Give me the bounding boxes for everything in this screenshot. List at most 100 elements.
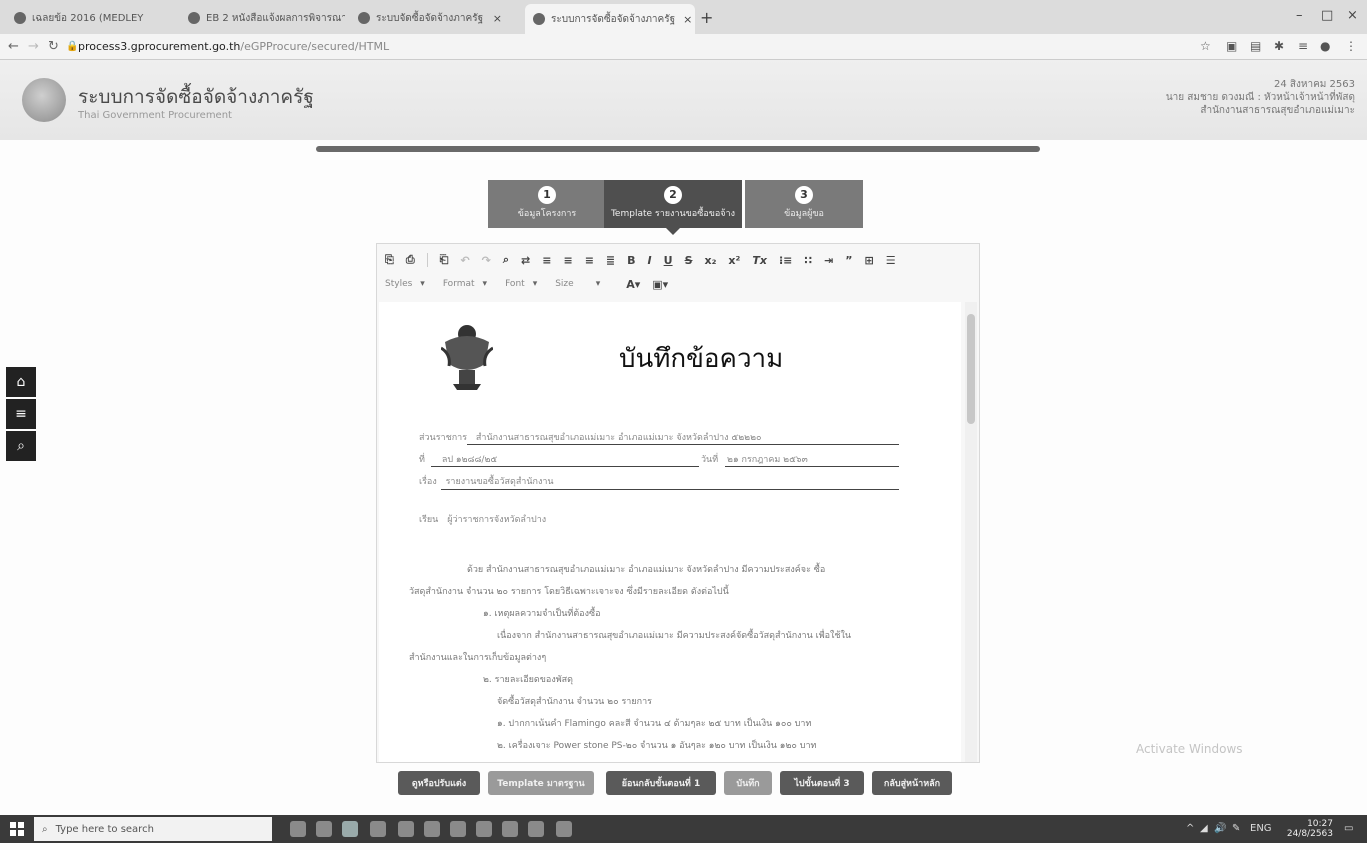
site-header: ระบบการจัดซื้อจัดจ้างภาครัฐ Thai Governm… — [0, 60, 1367, 140]
align-left-icon[interactable]: ≡ — [542, 254, 551, 267]
chevron-down-icon: ▾ — [532, 279, 538, 289]
source-icon[interactable]: ⎘ — [385, 253, 394, 267]
align-right-icon[interactable]: ≡ — [585, 254, 594, 267]
store-icon[interactable] — [370, 821, 386, 837]
background-color-icon[interactable]: ▣▾ — [652, 278, 668, 291]
body-line: สำนักงานและในการเก็บข้อมูลต่างๆ — [409, 653, 547, 663]
redo-icon[interactable]: ↷ — [482, 254, 491, 267]
replace-icon[interactable]: ⇄ — [521, 254, 530, 267]
browser-tab[interactable]: เฉลยข้อ 2016 (MEDLEY 2016) × — [6, 6, 146, 30]
app-icon[interactable] — [556, 821, 572, 837]
styles-combo[interactable]: Styles ▾ — [385, 279, 425, 289]
chevron-down-icon: ▾ — [595, 279, 601, 289]
maximize-icon[interactable]: □ — [1321, 8, 1333, 23]
taskbar-search-input[interactable]: ⌕ Type here to search — [34, 817, 272, 841]
close-tab-icon[interactable]: × — [675, 13, 692, 26]
bookmark-star-icon[interactable]: ☆ — [1200, 39, 1211, 53]
menu-icon[interactable]: ≡ — [6, 399, 36, 429]
site-title[interactable]: ระบบการจัดซื้อจัดจ้างภาครัฐ — [78, 82, 314, 112]
extensions-puzzle-icon[interactable]: ✱ — [1274, 39, 1284, 53]
ref-value: ลป ๑๒๘๘/๒๕ — [441, 455, 498, 465]
underline-icon[interactable]: U — [664, 254, 673, 267]
next-to-step-3-button[interactable]: ไปขั้นตอนที่ 3 — [780, 771, 864, 795]
wizard-step-3[interactable]: 3 ข้อมูลผู้ขอ — [745, 180, 863, 228]
print-icon[interactable]: ⎙ — [406, 253, 415, 267]
editor-scrollbar[interactable] — [965, 302, 977, 762]
strikethrough-icon[interactable]: S — [685, 254, 693, 267]
file-explorer-icon[interactable] — [316, 821, 332, 837]
save-button[interactable]: บันทึก — [724, 771, 772, 795]
paste-icon[interactable]: ⎗ — [440, 253, 449, 267]
windows-taskbar: ⌕ Type here to search ^ ◢ 🔊 ✎ ENG 10:27 … — [0, 815, 1367, 843]
document-page[interactable]: บันทึกข้อความ ส่วนราชการ สำนักงานสาธารณส… — [379, 302, 961, 762]
notifications-icon[interactable]: ▭ — [1344, 823, 1353, 834]
preview-button[interactable]: ดูหรือปรับแต่ง — [398, 771, 480, 795]
bold-icon[interactable]: B — [627, 254, 635, 267]
superscript-icon[interactable]: x² — [728, 254, 740, 267]
app-icon[interactable] — [450, 821, 466, 837]
font-combo[interactable]: Font ▾ — [505, 279, 537, 289]
forward-icon[interactable]: → — [28, 39, 39, 54]
volume-icon[interactable]: 🔊 — [1214, 823, 1226, 834]
indent-icon[interactable]: ⇥ — [824, 254, 833, 267]
align-center-icon[interactable]: ≡ — [563, 254, 572, 267]
bulleted-list-icon[interactable]: ∷ — [804, 254, 812, 267]
back-to-home-button[interactable]: กลับสู่หน้าหลัก — [872, 771, 952, 795]
network-icon[interactable]: ◢ — [1200, 823, 1208, 834]
search-icon[interactable]: ⌕ — [6, 431, 36, 461]
reload-icon[interactable]: ↻ — [48, 39, 59, 54]
menu-kebab-icon[interactable]: ⋮ — [1345, 39, 1357, 53]
undo-icon[interactable]: ↶ — [460, 254, 469, 267]
browser-tab[interactable]: EB 2 หนังสือแจ้งผลการพิจารณา × — [180, 6, 345, 30]
new-tab-icon[interactable]: + — [700, 8, 713, 27]
browser-tab-active[interactable]: ระบบการจัดซื้อจัดจ้างภาครัฐ × — [525, 4, 695, 34]
extension-icon[interactable]: ▤ — [1250, 39, 1261, 53]
app-icon[interactable] — [476, 821, 492, 837]
url-host: process3.gprocurement.go.th — [78, 40, 241, 53]
step-number: 2 — [664, 186, 682, 204]
subscript-icon[interactable]: x₂ — [705, 254, 717, 267]
size-combo[interactable]: Size ▾ — [555, 279, 600, 289]
back-to-step-1-button[interactable]: ย้อนกลับขั้นตอนที่ 1 — [606, 771, 716, 795]
tab-favicon-icon — [533, 13, 545, 25]
app-icon[interactable] — [528, 821, 544, 837]
format-combo[interactable]: Format ▾ — [443, 279, 487, 289]
app-icon[interactable] — [502, 821, 518, 837]
back-icon[interactable]: ← — [8, 39, 19, 54]
reading-list-icon[interactable]: ≡ — [1298, 39, 1308, 53]
editor-toolbar: ⎘ ⎙ ⎗ ↶ ↷ ⌕ ⇄ ≡ ≡ ≡ ≣ B I U S x₂ x² Tx ⁝… — [385, 250, 908, 270]
blockquote-icon[interactable]: ” — [845, 254, 852, 267]
rich-text-editor: ⎘ ⎙ ⎗ ↶ ↷ ⌕ ⇄ ≡ ≡ ≡ ≣ B I U S x₂ x² Tx ⁝… — [376, 243, 980, 763]
table-icon[interactable]: ⊞ — [864, 254, 873, 267]
tab-favicon-icon — [358, 12, 370, 24]
text-color-icon[interactable]: A▾ — [626, 278, 640, 291]
browser-tab[interactable]: ระบบจัดซื้อจัดจ้างภาครัฐ × — [350, 6, 510, 30]
horizontal-rule-icon[interactable]: ☰ — [886, 254, 896, 267]
show-hidden-icons-icon[interactable]: ^ — [1186, 823, 1194, 834]
taskbar-clock[interactable]: 10:27 24/8/2563 — [1287, 819, 1333, 839]
numbered-list-icon[interactable]: ⁝≡ — [779, 254, 792, 267]
extension-icon[interactable]: ▣ — [1226, 39, 1237, 53]
close-window-icon[interactable]: × — [1347, 8, 1358, 23]
close-tab-icon[interactable]: × — [485, 12, 502, 25]
url-field[interactable]: process3.gprocurement.go.th/eGPProcure/s… — [78, 40, 389, 53]
minimize-icon[interactable]: – — [1296, 8, 1303, 23]
remove-format-icon[interactable]: Tx — [752, 254, 767, 267]
profile-icon[interactable]: ● — [1320, 39, 1330, 53]
windows-start-icon[interactable] — [10, 822, 24, 836]
chrome-icon[interactable] — [342, 821, 358, 837]
tab-label: EB 2 หนังสือแจ้งผลการพิจารณา — [206, 12, 345, 24]
task-view-icon[interactable] — [290, 821, 306, 837]
pen-icon[interactable]: ✎ — [1232, 823, 1240, 834]
language-indicator[interactable]: ENG — [1250, 823, 1272, 834]
edge-icon[interactable] — [398, 821, 414, 837]
home-icon[interactable]: ⌂ — [6, 367, 36, 397]
find-icon[interactable]: ⌕ — [503, 253, 509, 267]
wizard-step-1[interactable]: 1 ข้อมูลโครงการ — [488, 180, 606, 228]
mail-icon[interactable] — [424, 821, 440, 837]
scrollbar-thumb[interactable] — [967, 314, 975, 424]
wizard-step-2[interactable]: 2 Template รายงานขอซื้อขอจ้าง — [604, 180, 742, 235]
justify-icon[interactable]: ≣ — [606, 254, 615, 267]
standard-template-button[interactable]: Template มาตรฐาน — [488, 771, 594, 795]
italic-icon[interactable]: I — [648, 254, 652, 267]
